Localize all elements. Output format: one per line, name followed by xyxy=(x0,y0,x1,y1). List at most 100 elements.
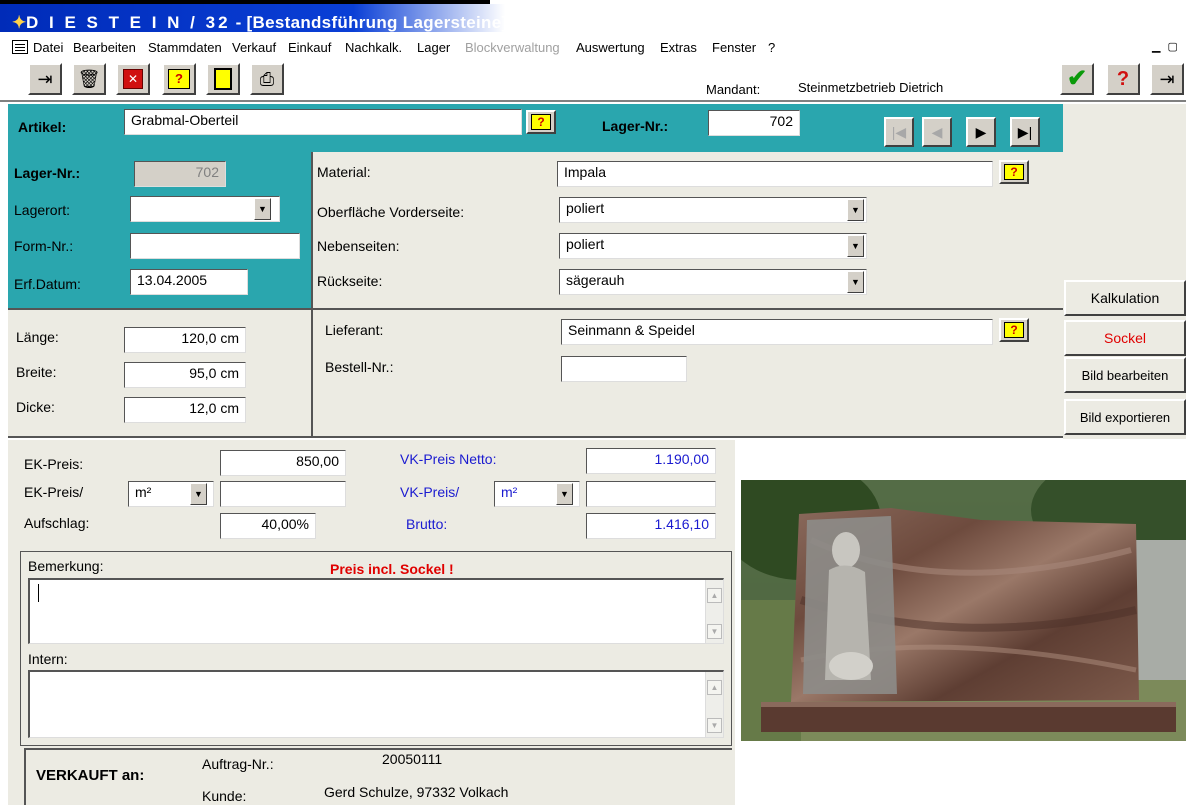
previous-record-button[interactable]: ◀ xyxy=(922,117,952,147)
title-bar-background[interactable]: ✦D I E S T E I N / 32 - [Bestandsführung… xyxy=(0,4,507,33)
exit-button[interactable]: ⇥ xyxy=(1150,63,1184,95)
brutto-input[interactable]: 1.416,10 xyxy=(586,513,716,539)
auftrag-nr-label: Auftrag-Nr.: xyxy=(202,756,274,772)
window-title: ✦D I E S T E I N / 32 - [Bestandsführung… xyxy=(12,13,507,33)
erf-datum-input[interactable]: 13.04.2005 xyxy=(130,269,248,295)
previous-record-icon: ◀ xyxy=(931,123,943,140)
laenge-input[interactable]: 120,0 cm xyxy=(124,327,246,353)
kalkulation-button[interactable]: Kalkulation xyxy=(1064,280,1186,316)
nebenseiten-select[interactable]: poliert xyxy=(559,233,867,259)
bestell-nr-label: Bestell-Nr.: xyxy=(325,359,394,375)
ek-preis-input[interactable]: 850,00 xyxy=(220,450,346,476)
menu-bar: Datei Bearbeiten Stammdaten Verkauf Eink… xyxy=(0,36,1186,60)
first-record-button[interactable]: |◀ xyxy=(884,117,914,147)
search-icon: ? xyxy=(168,69,190,89)
laenge-label: Länge: xyxy=(16,329,59,345)
nebenseiten-label: Nebenseiten: xyxy=(317,238,400,254)
add-record-button[interactable]: ⇥ xyxy=(28,63,62,95)
rueckseite-dropdown-button[interactable]: ▼ xyxy=(847,271,864,293)
ek-unit-dropdown-button[interactable]: ▼ xyxy=(190,483,207,505)
chevron-down-icon: ▼ xyxy=(194,489,203,499)
mandant-label: Mandant: xyxy=(706,82,761,97)
menu-bearbeiten[interactable]: Bearbeiten xyxy=(73,40,136,55)
menu-einkauf[interactable]: Einkauf xyxy=(288,40,331,55)
vk-per-input[interactable] xyxy=(586,481,716,507)
clipboard-button[interactable] xyxy=(206,63,240,95)
gravestone-illustration xyxy=(741,480,1186,741)
menu-extras[interactable]: Extras xyxy=(660,40,697,55)
toolbar: ⇥ 🗑 ✕ ? ⎙ Mandant: Steinmetzbetrieb Diet… xyxy=(0,60,1186,102)
chevron-down-icon: ▼ xyxy=(560,489,569,499)
menu-fenster[interactable]: Fenster xyxy=(712,40,756,55)
lookup-icon: ? xyxy=(1004,164,1024,180)
lookup-icon: ? xyxy=(531,114,551,130)
vk-unit-dropdown-button[interactable]: ▼ xyxy=(556,483,573,505)
bestell-nr-input[interactable] xyxy=(561,356,687,382)
add-record-icon: ⇥ xyxy=(37,69,53,89)
clipboard-icon xyxy=(214,68,232,90)
erf-datum-label: Erf.Datum: xyxy=(14,276,81,292)
pricing-section: EK-Preis: 850,00 EK-Preis/ m² ▼ Aufschla… xyxy=(14,440,734,550)
supplier-panel: Lieferant: Seinmann & Speidel ? Bestell-… xyxy=(313,310,1063,438)
remove-record-icon: ✕ xyxy=(123,69,143,89)
menu-help[interactable]: ? xyxy=(768,40,775,55)
material-input[interactable]: Impala xyxy=(557,161,993,187)
search-button[interactable]: ? xyxy=(162,63,196,95)
delete-record-icon: 🗑 xyxy=(77,69,101,89)
vk-netto-input[interactable]: 1.190,00 xyxy=(586,448,716,474)
bild-exportieren-button[interactable]: Bild exportieren xyxy=(1064,399,1186,435)
artikel-lookup-button[interactable]: ? xyxy=(526,110,556,134)
chevron-down-icon: ▼ xyxy=(851,205,860,215)
print-button[interactable]: ⎙ xyxy=(250,63,284,95)
vorderseite-select[interactable]: poliert xyxy=(559,197,867,223)
gravestone-photo xyxy=(741,480,1186,741)
ek-preis-label: EK-Preis: xyxy=(24,456,84,472)
notes-frame xyxy=(20,552,732,746)
menu-datei[interactable]: Datei xyxy=(33,40,63,55)
next-record-button[interactable]: ▶ xyxy=(966,117,996,147)
document-menu-icon[interactable] xyxy=(12,40,28,54)
lagerort-dropdown-button[interactable]: ▼ xyxy=(254,198,271,220)
help-button[interactable]: ? xyxy=(1106,63,1140,95)
chevron-down-icon: ▼ xyxy=(851,241,860,251)
ok-button[interactable]: ✔ xyxy=(1060,63,1094,95)
mandant-value: Steinmetzbetrieb Dietrich xyxy=(798,80,944,95)
delete-record-button[interactable]: 🗑 xyxy=(72,63,106,95)
artikel-input[interactable]: Grabmal-Oberteil xyxy=(124,109,522,135)
lieferant-label: Lieferant: xyxy=(325,322,384,338)
rueckseite-select[interactable]: sägerauh xyxy=(559,269,867,295)
material-lookup-button[interactable]: ? xyxy=(999,160,1029,184)
dicke-label: Dicke: xyxy=(16,399,55,415)
form-nr-input[interactable] xyxy=(130,233,300,259)
lieferant-lookup-button[interactable]: ? xyxy=(999,318,1029,342)
ek-per-input[interactable] xyxy=(220,481,346,507)
window-title-app: D I E S T E I N / 32 xyxy=(26,13,231,32)
kunde-value: Gerd Schulze, 97332 Volkach xyxy=(324,784,509,800)
artikel-label: Artikel: xyxy=(18,119,67,135)
dicke-input[interactable]: 12,0 cm xyxy=(124,397,246,423)
vorderseite-label: Oberfläche Vorderseite: xyxy=(317,204,465,220)
window-title-document: - [Bestandsführung Lagersteine] xyxy=(230,13,508,32)
menu-stammdaten[interactable]: Stammdaten xyxy=(148,40,222,55)
mdi-window-controls[interactable]: ▁ ▢ xyxy=(1152,40,1184,56)
last-record-icon: ▶| xyxy=(1017,123,1033,140)
sold-section: VERKAUFT an: Auftrag-Nr.: 20050111 Kunde… xyxy=(24,748,732,805)
last-record-button[interactable]: ▶| xyxy=(1010,117,1040,147)
bild-bearbeiten-button[interactable]: Bild bearbeiten xyxy=(1064,357,1186,393)
menu-nachkalk[interactable]: Nachkalk. xyxy=(345,40,402,55)
remove-record-button[interactable]: ✕ xyxy=(116,63,150,95)
menu-verkauf[interactable]: Verkauf xyxy=(232,40,276,55)
nebenseiten-dropdown-button[interactable]: ▼ xyxy=(847,235,864,257)
vorderseite-dropdown-button[interactable]: ▼ xyxy=(847,199,864,221)
menu-lager[interactable]: Lager xyxy=(417,40,450,55)
lieferant-input[interactable]: Seinmann & Speidel xyxy=(561,319,993,345)
aufschlag-input[interactable]: 40,00% xyxy=(220,513,316,539)
sockel-button[interactable]: Sockel xyxy=(1064,320,1186,356)
lager-nr-label: Lager-Nr.: xyxy=(14,165,81,181)
lager-nr-field: 702 xyxy=(134,161,226,187)
ok-check-icon: ✔ xyxy=(1066,65,1088,92)
breite-input[interactable]: 95,0 cm xyxy=(124,362,246,388)
menu-auswertung[interactable]: Auswertung xyxy=(576,40,645,55)
ek-preis-per-label: EK-Preis/ xyxy=(24,484,84,500)
header-lager-nr-input[interactable]: 702 xyxy=(708,110,800,136)
